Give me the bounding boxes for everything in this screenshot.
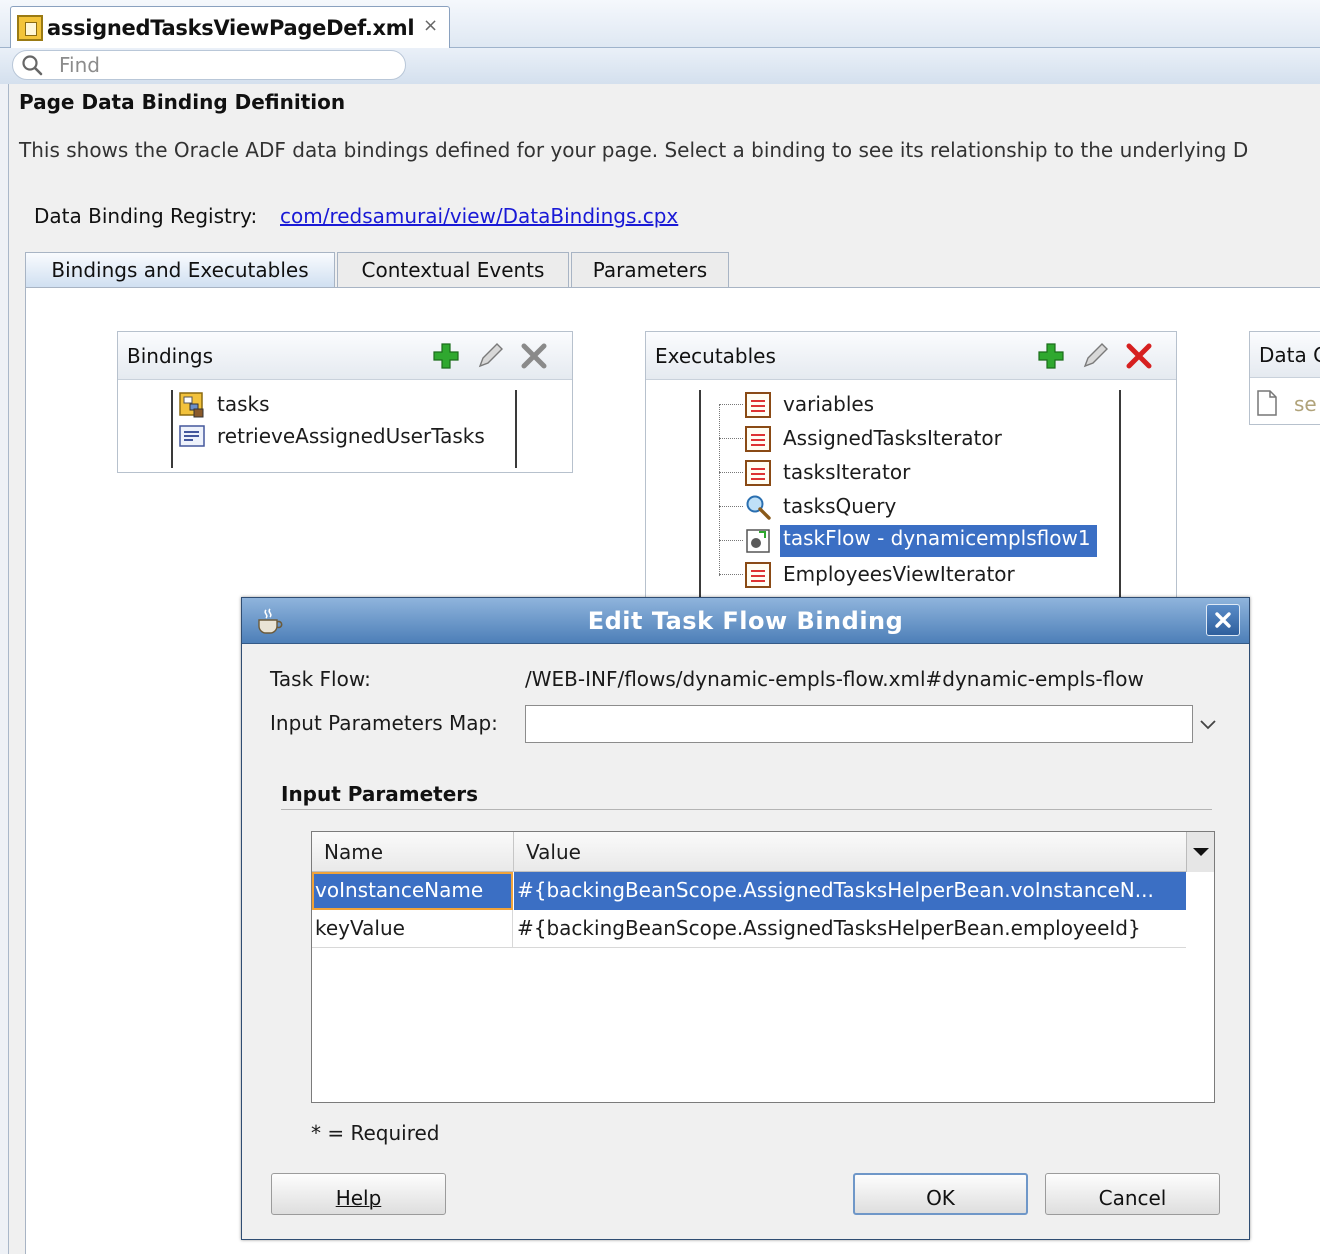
- add-icon[interactable]: [431, 341, 461, 371]
- column-divider[interactable]: [513, 832, 514, 872]
- param-name-cell[interactable]: keyValue: [312, 910, 513, 948]
- bindings-panel-header: Bindings: [118, 332, 572, 380]
- list-item[interactable]: tasks: [179, 390, 509, 420]
- tree-connector: [719, 404, 743, 405]
- list-item[interactable]: taskFlow - dynamicemplsflow1: [745, 525, 1117, 557]
- registry-label: Data Binding Registry:: [34, 204, 258, 228]
- document-icon: [1257, 390, 1277, 416]
- data-controls-panel-header: Data C: [1250, 332, 1320, 378]
- dialog-title-bar[interactable]: Edit Task Flow Binding: [242, 598, 1249, 644]
- dialog-title: Edit Task Flow Binding: [587, 607, 904, 635]
- file-tab[interactable]: assignedTasksViewPageDef.xml ×: [10, 6, 450, 48]
- data-controls-panel: Data C se: [1249, 331, 1320, 425]
- executables-panel-title: Executables: [655, 344, 776, 368]
- delete-icon[interactable]: [1124, 341, 1154, 371]
- dropdown-triangle-icon: [1193, 848, 1209, 856]
- page-def-file-icon: [17, 15, 43, 41]
- section-divider: [281, 809, 1212, 810]
- bindings-list: tasks retrieveAssignedUserTasks: [171, 390, 517, 468]
- close-tab-icon[interactable]: ×: [423, 15, 438, 36]
- column-menu-button[interactable]: [1186, 832, 1214, 872]
- method-binding-icon: [179, 425, 205, 447]
- tree-connector: [719, 472, 743, 473]
- tree-connector: [719, 404, 720, 576]
- iterator-icon: [742, 458, 771, 486]
- search-query-icon: [746, 495, 771, 520]
- executable-label: AssignedTasksIterator: [783, 426, 1002, 450]
- param-value-cell[interactable]: #{backingBeanScope.AssignedTasksHelperBe…: [514, 872, 1186, 910]
- column-header-value[interactable]: Value: [526, 840, 581, 864]
- delete-icon[interactable]: [519, 341, 549, 371]
- ok-button[interactable]: OK: [853, 1173, 1028, 1215]
- task-flow-label: Task Flow:: [270, 667, 371, 691]
- list-item[interactable]: AssignedTasksIterator: [742, 424, 1075, 454]
- close-icon: [1215, 612, 1231, 628]
- executable-label: tasksIterator: [783, 460, 911, 484]
- task-flow-icon: [746, 529, 770, 553]
- executables-panel: Executables variables AssignedTasksItera…: [645, 331, 1177, 602]
- required-note: * = Required: [311, 1121, 440, 1145]
- find-box[interactable]: [12, 50, 406, 80]
- edit-task-flow-binding-dialog: Edit Task Flow Binding Task Flow: /WEB-I…: [241, 597, 1250, 1240]
- iterator-icon: [742, 424, 771, 452]
- column-header-name[interactable]: Name: [324, 840, 383, 864]
- input-parameters-heading: Input Parameters: [281, 782, 479, 806]
- tree-connector: [719, 574, 743, 575]
- bindings-panel: Bindings tasks retrieveAssignedUserTasks: [117, 331, 573, 473]
- tab-bindings-and-executables[interactable]: Bindings and Executables: [25, 252, 335, 288]
- page-title: Page Data Binding Definition: [19, 90, 346, 114]
- executable-label: EmployeesViewIterator: [783, 562, 1015, 586]
- binding-label: tasks: [217, 392, 270, 416]
- dialog-close-button[interactable]: [1206, 604, 1240, 636]
- tab-parameters[interactable]: Parameters: [571, 252, 729, 288]
- search-icon: [22, 55, 43, 76]
- edit-icon[interactable]: [475, 341, 505, 371]
- list-item[interactable]: tasksIterator: [742, 458, 1075, 488]
- list-item[interactable]: tasksQuery: [745, 492, 1075, 522]
- iterator-icon: [742, 390, 771, 418]
- binding-label: retrieveAssignedUserTasks: [217, 424, 485, 448]
- registry-link[interactable]: com/redsamurai/view/DataBindings.cpx: [280, 204, 678, 228]
- list-item[interactable]: EmployeesViewIterator: [742, 560, 1075, 590]
- find-input[interactable]: [59, 53, 389, 77]
- tab-contextual-events[interactable]: Contextual Events: [337, 252, 569, 288]
- list-item[interactable]: retrieveAssignedUserTasks: [179, 422, 509, 452]
- task-flow-value: /WEB-INF/flows/dynamic-empls-flow.xml#dy…: [525, 667, 1144, 691]
- file-tab-label: assignedTasksViewPageDef.xml: [47, 16, 415, 40]
- executable-label: tasksQuery: [783, 494, 897, 518]
- tree-connector: [719, 506, 743, 507]
- param-value-cell[interactable]: #{backingBeanScope.AssignedTasksHelperBe…: [514, 910, 1186, 948]
- list-item[interactable]: variables: [742, 390, 1075, 420]
- executable-label-selected: taskFlow - dynamicemplsflow1: [780, 525, 1097, 557]
- executables-list: variables AssignedTasksIterator tasksIte…: [699, 390, 1121, 602]
- param-name-cell[interactable]: voInstanceName: [312, 872, 513, 910]
- table-row[interactable]: keyValue #{backingBeanScope.AssignedTask…: [312, 910, 1186, 948]
- executables-panel-header: Executables: [646, 332, 1176, 380]
- tree-connector: [719, 540, 743, 541]
- data-controls-panel-title: Data C: [1259, 343, 1320, 367]
- tree-binding-icon: [179, 392, 204, 418]
- cancel-button[interactable]: Cancel: [1045, 1173, 1220, 1215]
- input-parameters-map-combo[interactable]: [525, 705, 1193, 743]
- input-parameters-table: Name Value voInstanceName #{backingBeanS…: [311, 831, 1215, 1103]
- add-icon[interactable]: [1036, 341, 1066, 371]
- input-parameters-map-label: Input Parameters Map:: [270, 711, 498, 735]
- table-row[interactable]: voInstanceName #{backingBeanScope.Assign…: [312, 872, 1186, 910]
- help-button[interactable]: Help: [271, 1173, 446, 1215]
- page-description: This shows the Oracle ADF data bindings …: [19, 138, 1249, 162]
- table-header: Name Value: [312, 832, 1214, 872]
- help-button-label: Help: [335, 1185, 382, 1210]
- data-control-item[interactable]: se: [1294, 392, 1317, 416]
- chevron-down-icon[interactable]: [1197, 713, 1219, 735]
- bindings-panel-title: Bindings: [127, 344, 213, 368]
- executable-label: variables: [783, 392, 875, 416]
- iterator-icon: [742, 560, 771, 588]
- tree-connector: [719, 438, 743, 439]
- edit-icon[interactable]: [1080, 341, 1110, 371]
